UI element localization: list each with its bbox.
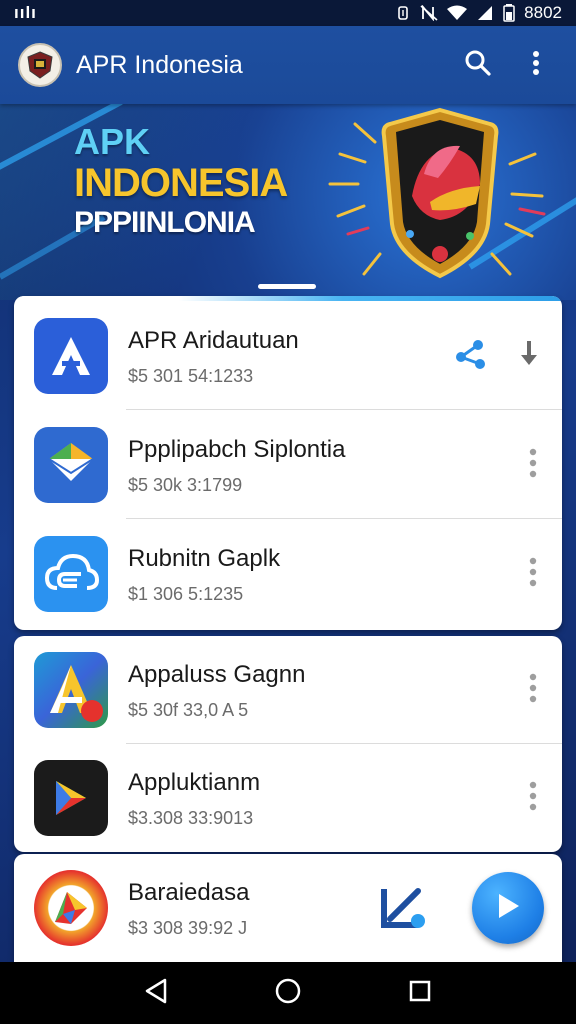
more-vert-icon bbox=[532, 50, 540, 81]
edit-tool-icon bbox=[378, 881, 428, 936]
app-subtitle: $3.308 33:9013 bbox=[128, 807, 254, 828]
row-actions bbox=[442, 302, 562, 410]
cloud-icon bbox=[34, 536, 108, 612]
app-title: Appaluss Gagnn bbox=[128, 660, 306, 688]
row-actions bbox=[504, 744, 562, 852]
app-list-card-1: APR Aridautuan $5 301 54:1233 Ppplipabch… bbox=[14, 296, 562, 630]
clock: 8802 bbox=[524, 3, 562, 22]
app-title: APR Indonesia bbox=[76, 50, 243, 79]
more-vert-icon bbox=[529, 781, 537, 816]
divider bbox=[126, 518, 562, 519]
list-item-text: Appluktianm $3.308 33:9013 bbox=[128, 768, 562, 829]
signal-bars-label: ıılı bbox=[14, 3, 37, 22]
status-bar: ıılı 8802 bbox=[0, 0, 576, 26]
play-icon bbox=[495, 892, 521, 925]
list-item[interactable]: Appluktianm $3.308 33:9013 bbox=[14, 744, 562, 852]
divider bbox=[126, 409, 562, 410]
play-p-icon bbox=[34, 760, 108, 836]
letter-a-icon bbox=[34, 318, 108, 394]
battery-icon bbox=[503, 4, 515, 22]
banner-line-3: PPPIINLONIA bbox=[74, 206, 256, 239]
more-vert-icon bbox=[529, 557, 537, 592]
back-button[interactable] bbox=[126, 968, 186, 1018]
row-actions bbox=[504, 411, 562, 519]
play-button[interactable] bbox=[472, 872, 544, 944]
more-options-button[interactable] bbox=[504, 769, 562, 827]
row-actions bbox=[504, 520, 562, 628]
share-icon bbox=[454, 337, 488, 376]
more-options-button[interactable] bbox=[504, 545, 562, 603]
home-button[interactable] bbox=[258, 968, 318, 1018]
app-title: Rubnitn Gaplk bbox=[128, 544, 281, 572]
row-actions bbox=[374, 854, 562, 962]
list-item-text: Ppplipabch Siplontia $5 30k 3:1799 bbox=[128, 435, 562, 496]
more-vert-icon bbox=[529, 448, 537, 483]
app-list-card-3: Baraiedasa $3 308 39:92 J bbox=[14, 854, 562, 962]
app-subtitle: $1 306 5:1235 bbox=[128, 583, 244, 604]
vibrate-icon bbox=[395, 5, 411, 21]
edit-tool-button[interactable] bbox=[374, 879, 432, 937]
promo-banner[interactable]: APK INDONESIA PPPIINLONIA bbox=[0, 104, 576, 300]
shield-emblem-icon bbox=[320, 104, 550, 299]
colored-a-icon bbox=[34, 652, 108, 728]
list-item[interactable]: Baraiedasa $3 308 39:92 J bbox=[14, 854, 562, 962]
row-actions bbox=[504, 636, 562, 744]
banner-page-indicator bbox=[258, 284, 316, 289]
list-item-text: Appaluss Gagnn $5 30f 33,0 A 5 bbox=[128, 660, 562, 721]
search-button[interactable] bbox=[456, 43, 500, 87]
no-nfc-icon bbox=[420, 5, 438, 21]
back-icon bbox=[144, 978, 168, 1009]
app-bar: APR Indonesia bbox=[0, 26, 576, 104]
emblem-logo-icon bbox=[18, 43, 62, 87]
colorful-play-icon bbox=[34, 870, 108, 946]
overflow-menu-button[interactable] bbox=[514, 43, 558, 87]
system-nav-bar bbox=[0, 962, 576, 1024]
signal-icon bbox=[476, 5, 494, 21]
home-icon bbox=[274, 977, 302, 1010]
download-button[interactable] bbox=[500, 327, 558, 385]
banner-line-1: APK bbox=[74, 121, 151, 162]
banner-text: APK INDONESIA PPPIINLONIA bbox=[74, 122, 314, 242]
card-accent bbox=[14, 296, 562, 301]
banner-line-2: INDONESIA bbox=[74, 161, 288, 205]
wifi-icon bbox=[447, 5, 468, 21]
recents-icon bbox=[408, 979, 432, 1008]
more-options-button[interactable] bbox=[504, 436, 562, 494]
more-vert-icon bbox=[529, 673, 537, 708]
download-icon bbox=[518, 337, 540, 376]
recents-button[interactable] bbox=[390, 968, 450, 1018]
list-item[interactable]: Appaluss Gagnn $5 30f 33,0 A 5 bbox=[14, 636, 562, 744]
list-item-text: Rubnitn Gaplk $1 306 5:1235 bbox=[128, 544, 562, 605]
app-list-card-2: Appaluss Gagnn $5 30f 33,0 A 5 Appluktia… bbox=[14, 636, 562, 852]
more-options-button[interactable] bbox=[504, 661, 562, 719]
envelope-icon bbox=[34, 427, 108, 503]
app-subtitle: $5 30f 33,0 A 5 bbox=[128, 699, 249, 720]
list-item[interactable]: Ppplipabch Siplontia $5 30k 3:1799 bbox=[14, 411, 562, 519]
search-icon bbox=[464, 49, 492, 82]
share-button[interactable] bbox=[442, 327, 500, 385]
app-title: Appluktianm bbox=[128, 768, 261, 796]
app-subtitle: $5 30k 3:1799 bbox=[128, 474, 243, 495]
list-item[interactable]: Rubnitn Gaplk $1 306 5:1235 bbox=[14, 520, 562, 628]
list-item[interactable]: APR Aridautuan $5 301 54:1233 bbox=[14, 302, 562, 410]
status-icons: 8802 bbox=[395, 3, 562, 23]
app-title: Ppplipabch Siplontia bbox=[128, 435, 346, 463]
